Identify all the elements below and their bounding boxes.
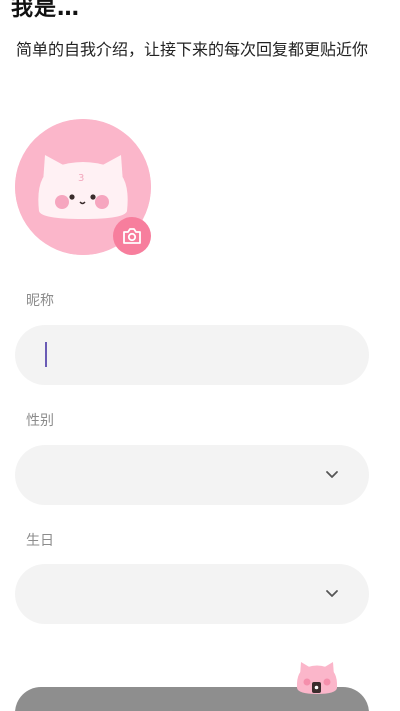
nickname-input[interactable] bbox=[15, 325, 369, 385]
profile-setup-page: 我是… 简单的自我介绍，让接下来的每次回复都更贴近你 3 昵称 性别 生日 bbox=[0, 0, 400, 711]
nickname-label: 昵称 bbox=[26, 293, 54, 309]
nickname-field[interactable] bbox=[15, 325, 369, 385]
gender-label: 性别 bbox=[26, 413, 54, 429]
text-caret bbox=[45, 342, 47, 367]
chevron-down-icon bbox=[326, 590, 338, 597]
chevron-down-icon bbox=[326, 471, 338, 478]
camera-icon bbox=[123, 228, 141, 244]
birthday-select[interactable] bbox=[15, 564, 369, 624]
page-subtitle: 简单的自我介绍，让接下来的每次回复都更贴近你 bbox=[16, 40, 369, 59]
cat-mascot-icon bbox=[296, 662, 338, 694]
page-title: 我是… bbox=[11, 0, 81, 21]
gender-select[interactable] bbox=[15, 445, 369, 505]
birthday-label: 生日 bbox=[26, 533, 54, 549]
svg-text:3: 3 bbox=[78, 173, 84, 184]
avatar-upload-button[interactable] bbox=[113, 217, 151, 255]
avatar-container[interactable]: 3 bbox=[15, 119, 151, 255]
